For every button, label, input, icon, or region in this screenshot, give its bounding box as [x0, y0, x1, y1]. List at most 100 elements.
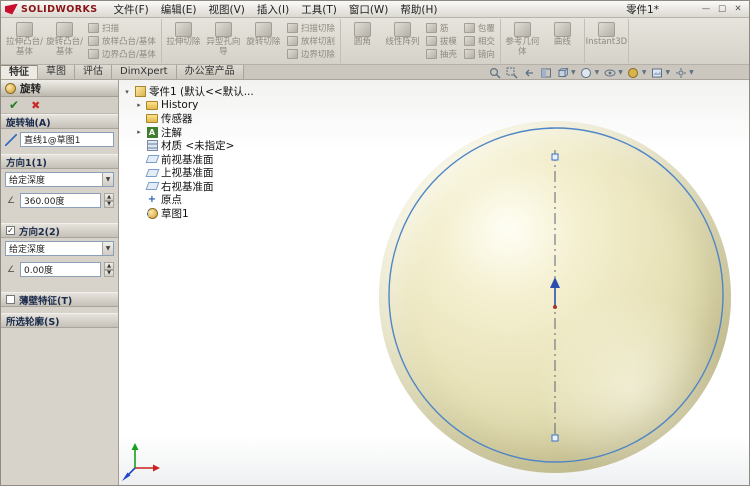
hide-show-dropdown-icon[interactable]: ▼ [618, 69, 623, 76]
maximize-icon[interactable]: □ [715, 3, 729, 16]
revolve-boss-button[interactable]: 旋转凸台/基体 [45, 20, 84, 62]
menu-insert[interactable]: 插入(I) [251, 2, 295, 17]
tree-item-history[interactable]: ▸ History [135, 99, 254, 113]
tree-item-origin[interactable]: + 原点 [135, 193, 254, 207]
section-view-icon[interactable] [539, 66, 552, 79]
boundary-button[interactable]: 边界凸台/基体 [86, 47, 158, 60]
revolve-cut-button[interactable]: 旋转切除 [244, 20, 283, 62]
tree-item-annotations[interactable]: ▸ A 注解 [135, 126, 254, 140]
tab-dimxpert[interactable]: DimXpert [112, 65, 177, 79]
menu-view[interactable]: 视图(V) [203, 2, 251, 17]
loft-cut-button[interactable]: 放样切割 [285, 35, 337, 48]
reference-geometry-button[interactable]: 参考几何体 [503, 20, 542, 62]
close-icon[interactable]: ✕ [731, 3, 745, 16]
chevron-down-icon[interactable]: ▼ [102, 173, 113, 186]
wrap-button[interactable]: 包覆 [462, 22, 497, 35]
ribbon-group-reference: 参考几何体 曲线 [501, 19, 585, 63]
tab-office-products[interactable]: 办公室产品 [176, 65, 244, 79]
direction2-end-condition-select[interactable]: 给定深度 ▼ [5, 241, 114, 256]
selected-contours-header[interactable]: 所选轮廓(S) [1, 313, 118, 328]
mirror-button[interactable]: 镜向 [462, 47, 497, 60]
zoom-fit-icon[interactable] [488, 66, 501, 79]
view-settings-dropdown-icon[interactable]: ▼ [689, 69, 694, 76]
cancel-button[interactable]: ✖ [31, 99, 40, 112]
curves-button[interactable]: 曲线 [543, 20, 582, 62]
collapse-icon[interactable]: ▾ [123, 88, 131, 96]
view-orientation-dropdown-icon[interactable]: ▼ [571, 69, 576, 76]
orientation-triad [122, 443, 160, 481]
direction1-condition-row: 给定深度 ▼ [1, 169, 118, 190]
reference-geometry-icon [513, 22, 531, 37]
extrude-boss-button[interactable]: 拉伸凸台/基体 [5, 20, 44, 62]
revolve-boss-icon [56, 22, 73, 37]
menu-edit[interactable]: 编辑(E) [155, 2, 203, 17]
tree-item-front-plane[interactable]: 前视基准面 [135, 153, 254, 167]
direction2-checkbox[interactable]: ✓ [6, 226, 15, 235]
loft-cut-icon [286, 36, 298, 46]
tab-features[interactable]: 特征 [1, 65, 38, 79]
sweep-cut-button[interactable]: 扫描切除 [285, 22, 337, 35]
tab-evaluate[interactable]: 评估 [75, 65, 112, 79]
previous-view-icon[interactable] [522, 66, 535, 79]
minimize-icon[interactable]: — [699, 3, 713, 16]
draft-button[interactable]: 拔模 [424, 35, 459, 48]
spin-up-icon[interactable]: ▲ [104, 193, 114, 201]
view-settings-icon[interactable] [674, 66, 687, 79]
direction1-angle-row: ∠ 360.00度 ▲ ▼ [1, 190, 118, 211]
zoom-to-area-icon[interactable] [505, 66, 518, 79]
revolve-feature-icon [5, 82, 16, 94]
expand-icon[interactable]: ▸ [135, 128, 143, 136]
tree-root-part[interactable]: ▾ 零件1 (默认<<默认... [123, 85, 254, 99]
loft-button[interactable]: 放样凸台/基体 [86, 35, 158, 48]
tree-item-top-plane[interactable]: 上视基准面 [135, 166, 254, 180]
shell-button[interactable]: 抽壳 [424, 47, 459, 60]
revolve-propertymanager: 旋转 ✔ ✖ 旋转轴(A) 直线1@草图1 方向1(1) 给定深度 ▼ ∠ 36… [1, 80, 119, 485]
apply-scene-icon[interactable] [651, 66, 664, 79]
thin-feature-header[interactable]: 薄壁特征(T) [1, 292, 118, 307]
graphics-viewport[interactable]: ▾ 零件1 (默认<<默认... ▸ History 传感器 ▸ A 注解 材质… [119, 80, 749, 485]
display-style-dropdown-icon[interactable]: ▼ [595, 69, 600, 76]
extrude-cut-button[interactable]: 拉伸切除 [164, 20, 203, 62]
tab-sketch[interactable]: 草图 [38, 65, 75, 79]
menu-window[interactable]: 窗口(W) [343, 2, 395, 17]
appearance-dropdown-icon[interactable]: ▼ [642, 69, 647, 76]
scene-dropdown-icon[interactable]: ▼ [666, 69, 671, 76]
spin-down-icon[interactable]: ▼ [104, 269, 114, 277]
chevron-down-icon[interactable]: ▼ [102, 242, 113, 255]
axis-selection-input[interactable]: 直线1@草图1 [20, 132, 114, 147]
expand-icon[interactable]: ▸ [135, 101, 143, 109]
intersect-button[interactable]: 相交 [462, 35, 497, 48]
direction2-angle-input[interactable]: 0.00度 [20, 262, 101, 277]
sweep-button[interactable]: 扫描 [86, 22, 158, 35]
boundary-cut-button[interactable]: 边界切除 [285, 47, 337, 60]
ok-button[interactable]: ✔ [9, 98, 19, 112]
spin-up-icon[interactable]: ▲ [104, 262, 114, 270]
sphere-body[interactable] [379, 121, 731, 473]
linear-pattern-button[interactable]: 线性阵列 [383, 20, 422, 62]
tree-item-sensors[interactable]: 传感器 [135, 112, 254, 126]
display-style-icon[interactable] [580, 66, 593, 79]
tree-item-material[interactable]: 材质 <未指定> [135, 139, 254, 153]
direction1-header[interactable]: 方向1(1) [1, 154, 118, 169]
spin-down-icon[interactable]: ▼ [104, 200, 114, 208]
hole-wizard-button[interactable]: 异型孔向导 [204, 20, 243, 62]
hide-show-items-icon[interactable] [603, 66, 616, 79]
menu-tools[interactable]: 工具(T) [295, 2, 343, 17]
fillet-button[interactable]: 圆角 [343, 20, 382, 62]
direction2-header[interactable]: ✓ 方向2(2) [1, 223, 118, 238]
instant3d-button[interactable]: Instant3D [586, 20, 627, 62]
direction1-end-condition-select[interactable]: 给定深度 ▼ [5, 172, 114, 187]
axis-of-revolution-header[interactable]: 旋转轴(A) [1, 114, 118, 129]
thin-feature-checkbox[interactable] [6, 295, 15, 304]
menu-file[interactable]: 文件(F) [107, 2, 154, 17]
rib-button[interactable]: 筋 [424, 22, 459, 35]
tree-item-right-plane[interactable]: 右视基准面 [135, 180, 254, 194]
direction1-angle-input[interactable]: 360.00度 [20, 193, 101, 208]
sweep-icon [88, 23, 99, 34]
menu-help[interactable]: 帮助(H) [394, 2, 443, 17]
sensors-folder-icon [146, 114, 158, 124]
ribbon-group-boss: 拉伸凸台/基体 旋转凸台/基体 扫描 放样凸台/基体 边界凸台/基体 [3, 19, 162, 63]
edit-appearance-icon[interactable] [627, 66, 640, 79]
tree-item-sketch1[interactable]: 草图1 [135, 207, 254, 221]
view-orientation-icon[interactable] [556, 66, 569, 79]
